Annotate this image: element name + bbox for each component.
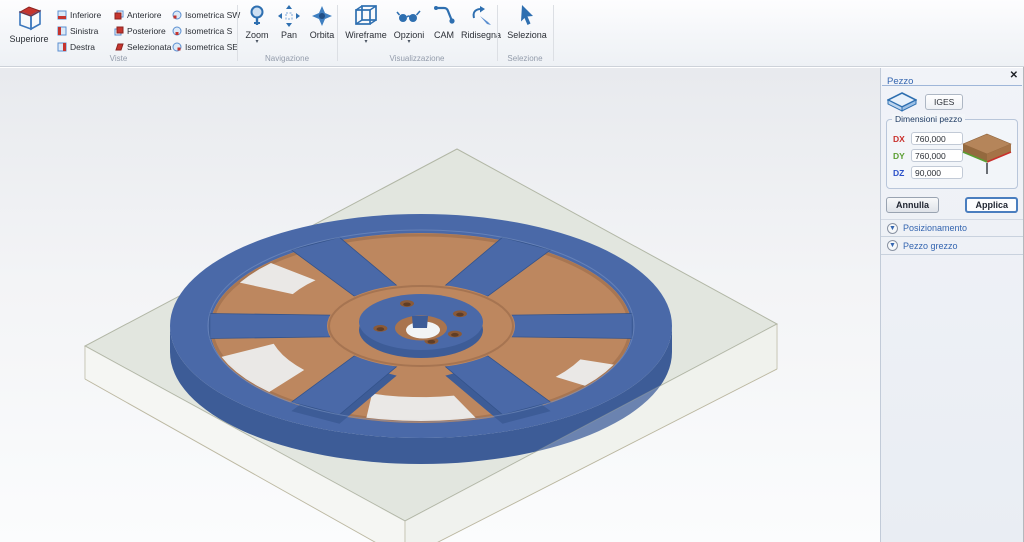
superiore-cube-icon [14, 4, 44, 32]
cad-application-window: Superiore Inferiore Sinistra Destra Ante… [0, 0, 1024, 542]
seleziona-cursor-icon [517, 4, 537, 28]
close-icon[interactable]: ✕ [1010, 70, 1018, 81]
view-superiore-button[interactable]: Superiore [5, 4, 53, 44]
view-destra-button[interactable]: Destra [57, 40, 95, 53]
group-separator [237, 5, 238, 61]
orbita-icon [310, 4, 334, 28]
panel-title: Pezzo [887, 76, 913, 87]
groupbox-legend: Dimensioni pezzo [892, 114, 965, 124]
cam-button[interactable]: CAM [428, 4, 460, 40]
inferiore-icon [57, 10, 67, 20]
visualizzazione-group-caption: Visualizzazione [337, 54, 497, 63]
chevron-down-icon: ▼ [887, 223, 898, 234]
opzioni-button[interactable]: Opzioni ▾ [390, 4, 428, 45]
view-inferiore-button[interactable]: Inferiore [57, 8, 101, 21]
zoom-button[interactable]: Zoom ▾ [241, 4, 273, 45]
navigazione-group-caption: Navigazione [237, 54, 337, 63]
opzioni-dropdown-arrow[interactable]: ▾ [407, 40, 410, 45]
view-posteriore-button[interactable]: Posteriore [114, 24, 166, 37]
pan-arrows-icon [277, 4, 301, 28]
dx-label: DX [893, 134, 907, 144]
posteriore-icon [114, 26, 124, 36]
view-isometrica-s-button[interactable]: Isometrica S [172, 24, 232, 37]
sinistra-icon [57, 26, 67, 36]
group-separator [497, 5, 498, 61]
view-sinistra-button[interactable]: Sinistra [57, 24, 98, 37]
isometrica-sw-icon [172, 10, 182, 20]
isometrica-se-icon [172, 42, 182, 52]
wireframe-dropdown-arrow[interactable]: ▾ [364, 40, 367, 45]
dz-label: DZ [893, 168, 907, 178]
section-pezzo-grezzo[interactable]: ▼ Pezzo grezzo [881, 237, 1023, 255]
view-isometrica-sw-button[interactable]: Isometrica SW [172, 8, 240, 21]
3d-viewport[interactable] [0, 68, 880, 542]
dz-input[interactable]: 90,000 [911, 166, 963, 179]
pan-button[interactable]: Pan [273, 4, 305, 40]
stock-preview-image [961, 132, 1013, 176]
dx-input[interactable]: 760,000 [911, 132, 963, 145]
cam-linkage-icon [432, 4, 456, 28]
dy-input[interactable]: 760,000 [911, 149, 963, 162]
group-separator [553, 5, 554, 61]
viste-group-caption: Viste [0, 54, 237, 63]
view-anteriore-button[interactable]: Anteriore [114, 8, 162, 21]
ribbon-toolbar: Superiore Inferiore Sinistra Destra Ante… [0, 0, 1024, 67]
applica-button[interactable]: Applica [965, 197, 1018, 213]
view-isometrica-se-button[interactable]: Isometrica SE [172, 40, 238, 53]
pezzo-panel: Pezzo ✕ IGES Dimensioni pezzo DX 760,000… [880, 68, 1023, 542]
selezionata-icon [114, 42, 124, 52]
ridisegna-button[interactable]: Ridisegna [460, 4, 502, 40]
opzioni-glasses-icon [396, 4, 422, 28]
chevron-down-icon: ▼ [887, 240, 898, 251]
isometrica-s-icon [172, 26, 182, 36]
destra-icon [57, 42, 67, 52]
section-posizionamento[interactable]: ▼ Posizionamento [881, 219, 1023, 237]
stock-piece-icon [887, 92, 917, 112]
group-separator [337, 5, 338, 61]
format-chip[interactable]: IGES [925, 94, 963, 110]
view-superiore-label: Superiore [9, 34, 48, 44]
orbita-button[interactable]: Orbita [305, 4, 339, 40]
anteriore-icon [114, 10, 124, 20]
wireframe-button[interactable]: Wireframe ▾ [342, 4, 390, 45]
annulla-button[interactable]: Annulla [886, 197, 939, 213]
ridisegna-redraw-icon [468, 4, 494, 28]
wireframe-cube-icon [353, 4, 379, 28]
zoom-magnifier-icon [246, 4, 268, 28]
dy-label: DY [893, 151, 907, 161]
zoom-dropdown-arrow[interactable]: ▾ [255, 40, 258, 45]
dimensioni-pezzo-groupbox: Dimensioni pezzo DX 760,000 DY 760,000 D… [886, 119, 1018, 189]
selezione-group-caption: Selezione [497, 54, 553, 63]
seleziona-button[interactable]: Seleziona [504, 4, 550, 40]
3d-scene-canvas [0, 68, 880, 542]
view-selezionata-button[interactable]: Selezionata [114, 40, 171, 53]
